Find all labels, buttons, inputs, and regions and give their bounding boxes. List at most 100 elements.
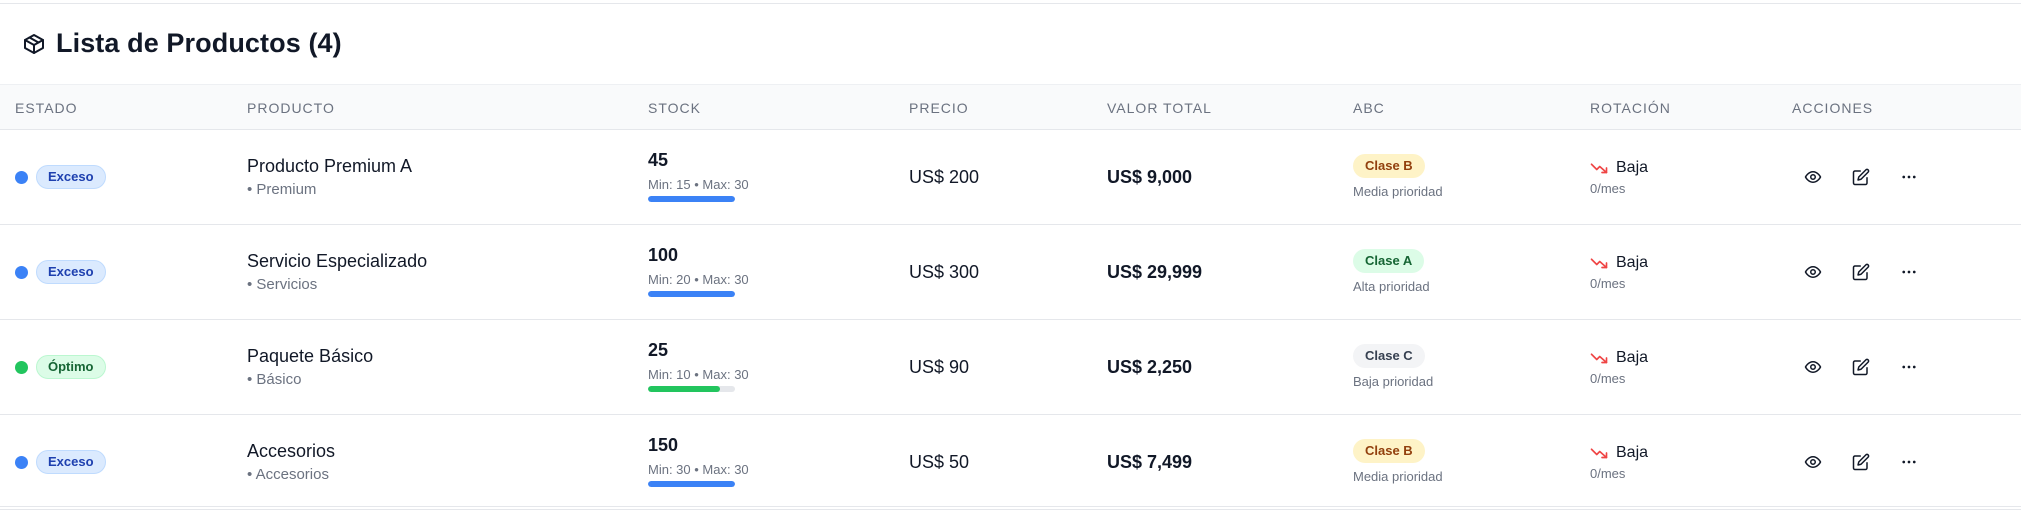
rotation-cell: Baja 0/mes xyxy=(1590,444,1648,481)
stock-value: 45 xyxy=(648,150,669,170)
stock-range: Min: 10 • Max: 30 xyxy=(648,367,749,382)
rotation-label: Baja xyxy=(1616,254,1649,271)
product-cell: Paquete Básico • Básico xyxy=(247,346,373,388)
table-row[interactable]: Exceso Accesorios • Accesorios 150 Min: … xyxy=(0,415,2021,510)
product-category: • Servicios xyxy=(247,276,318,293)
abc-cell: Clase C Baja prioridad xyxy=(1353,344,1433,389)
status-badge: Exceso xyxy=(36,450,106,474)
edit-icon xyxy=(1852,358,1870,376)
edit-icon xyxy=(1852,453,1870,471)
stock-progress-bar xyxy=(648,386,735,392)
table-header: ESTADO PRODUCTO STOCK PRECIO VALOR TOTAL… xyxy=(0,84,2021,130)
rotation-label: Baja xyxy=(1616,159,1649,176)
table-row[interactable]: Exceso Producto Premium A • Premium 45 M… xyxy=(0,130,2021,225)
stock-progress-bar xyxy=(648,291,735,297)
price: US$ 90 xyxy=(909,357,970,377)
edit-icon xyxy=(1852,263,1870,281)
more-actions-button[interactable] xyxy=(1894,257,1924,287)
stock-value: 150 xyxy=(648,435,679,455)
price: US$ 200 xyxy=(909,167,980,187)
col-header-rotacion: ROTACIÓN xyxy=(1590,100,1671,116)
stock-range: Min: 15 • Max: 30 xyxy=(648,177,749,192)
status-badge: Exceso xyxy=(36,260,106,284)
stock-progress-fill xyxy=(648,386,721,392)
product-name[interactable]: Accesorios xyxy=(247,441,335,462)
products-card: Lista de Productos (4) ESTADO PRODUCTO S… xyxy=(0,3,2021,510)
abc-priority: Media prioridad xyxy=(1353,184,1443,199)
stock-progress-bar xyxy=(648,481,735,487)
more-horizontal-icon xyxy=(1900,263,1918,281)
eye-icon xyxy=(1804,168,1822,186)
total-value: US$ 29,999 xyxy=(1107,262,1203,282)
rotation-rate: 0/mes xyxy=(1590,276,1626,291)
price: US$ 50 xyxy=(909,452,970,472)
stock-cell: 100 Min: 20 • Max: 30 xyxy=(648,245,749,297)
stock-cell: 45 Min: 15 • Max: 30 xyxy=(648,150,749,202)
total-value: US$ 9,000 xyxy=(1107,167,1193,187)
view-button[interactable] xyxy=(1798,162,1828,192)
stock-progress-fill xyxy=(648,291,735,297)
product-category: • Accesorios xyxy=(247,466,329,483)
rotation-rate: 0/mes xyxy=(1590,181,1626,196)
col-header-acciones: ACCIONES xyxy=(1792,100,1874,116)
stock-value: 25 xyxy=(648,340,669,360)
rotation-cell: Baja 0/mes xyxy=(1590,349,1648,386)
stock-range: Min: 20 • Max: 30 xyxy=(648,272,749,287)
status-badge: Exceso xyxy=(36,165,106,189)
product-name[interactable]: Producto Premium A xyxy=(247,156,412,177)
edit-button[interactable] xyxy=(1846,162,1876,192)
rotation-label: Baja xyxy=(1616,349,1649,366)
card-header: Lista de Productos (4) xyxy=(0,4,2021,83)
product-cell: Servicio Especializado • Servicios xyxy=(247,251,427,293)
abc-cell: Clase A Alta prioridad xyxy=(1353,249,1430,294)
col-header-precio: PRECIO xyxy=(909,100,969,116)
status-badge: Óptimo xyxy=(36,355,106,379)
trending-down-icon xyxy=(1590,256,1608,270)
product-category: • Premium xyxy=(247,181,317,198)
trending-down-icon xyxy=(1590,161,1608,175)
more-horizontal-icon xyxy=(1900,168,1918,186)
abc-cell: Clase B Media prioridad xyxy=(1353,439,1443,484)
stock-cell: 150 Min: 30 • Max: 30 xyxy=(648,435,749,487)
table-row[interactable]: Óptimo Paquete Básico • Básico 25 Min: 1… xyxy=(0,320,2021,415)
view-button[interactable] xyxy=(1798,352,1828,382)
abc-class-badge: Clase A xyxy=(1353,249,1425,273)
edit-button[interactable] xyxy=(1846,257,1876,287)
more-actions-button[interactable] xyxy=(1894,162,1924,192)
stock-progress-fill xyxy=(648,196,735,202)
status-dot xyxy=(15,266,28,279)
status-dot xyxy=(15,361,28,374)
status-dot xyxy=(15,456,28,469)
status-dot xyxy=(15,171,28,184)
product-name[interactable]: Paquete Básico xyxy=(247,346,373,367)
product-cell: Accesorios • Accesorios xyxy=(247,441,335,483)
edit-button[interactable] xyxy=(1846,352,1876,382)
page-title: Lista de Productos (4) xyxy=(56,28,342,58)
abc-priority: Alta prioridad xyxy=(1353,279,1430,294)
col-header-estado: ESTADO xyxy=(15,100,78,116)
eye-icon xyxy=(1804,358,1822,376)
col-header-stock: STOCK xyxy=(648,100,701,116)
more-actions-button[interactable] xyxy=(1894,447,1924,477)
view-button[interactable] xyxy=(1798,257,1828,287)
stock-cell: 25 Min: 10 • Max: 30 xyxy=(648,340,749,392)
more-actions-button[interactable] xyxy=(1894,352,1924,382)
eye-icon xyxy=(1804,263,1822,281)
rotation-rate: 0/mes xyxy=(1590,371,1626,386)
stock-progress-bar xyxy=(648,196,735,202)
edit-button[interactable] xyxy=(1846,447,1876,477)
view-button[interactable] xyxy=(1798,447,1828,477)
trending-down-icon xyxy=(1590,351,1608,365)
eye-icon xyxy=(1804,453,1822,471)
abc-class-badge: Clase B xyxy=(1353,154,1425,178)
abc-class-badge: Clase C xyxy=(1353,344,1425,368)
more-horizontal-icon xyxy=(1900,358,1918,376)
product-category: • Básico xyxy=(247,371,302,388)
stock-value: 100 xyxy=(648,245,679,265)
stock-range: Min: 30 • Max: 30 xyxy=(648,462,749,477)
col-header-valor-total: VALOR TOTAL xyxy=(1107,100,1212,116)
product-name[interactable]: Servicio Especializado xyxy=(247,251,427,272)
table-row[interactable]: Exceso Servicio Especializado • Servicio… xyxy=(0,225,2021,320)
trending-down-icon xyxy=(1590,446,1608,460)
rotation-label: Baja xyxy=(1616,444,1649,461)
